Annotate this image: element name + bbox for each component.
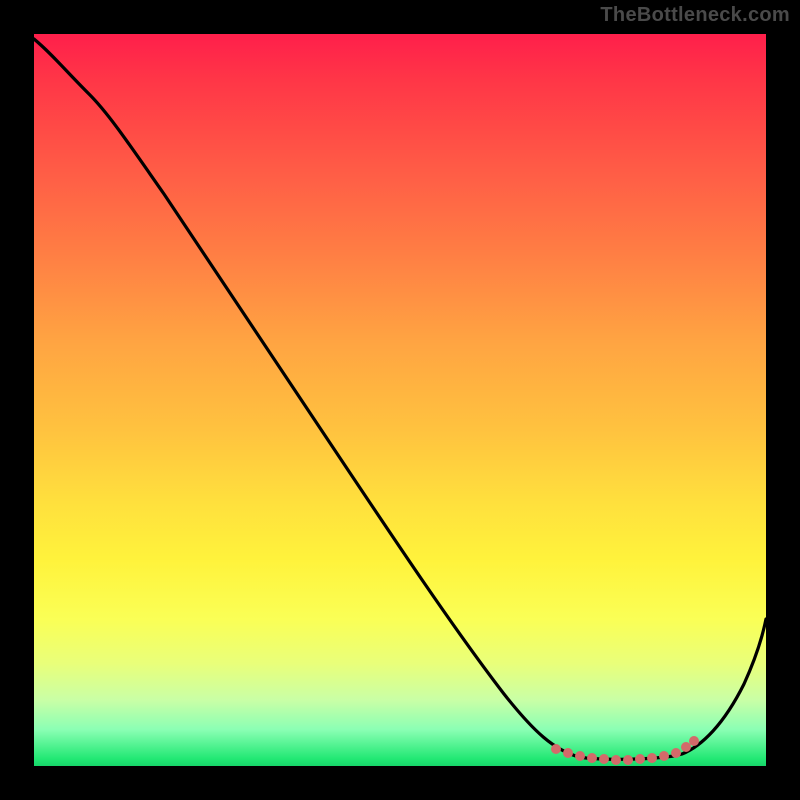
optimal-region-markers: [551, 736, 699, 765]
curve-svg: [34, 34, 766, 766]
plot-area: [34, 34, 766, 766]
bottleneck-curve: [34, 39, 766, 759]
watermark-text: TheBottleneck.com: [600, 4, 790, 27]
chart-frame: TheBottleneck.com: [0, 0, 800, 800]
